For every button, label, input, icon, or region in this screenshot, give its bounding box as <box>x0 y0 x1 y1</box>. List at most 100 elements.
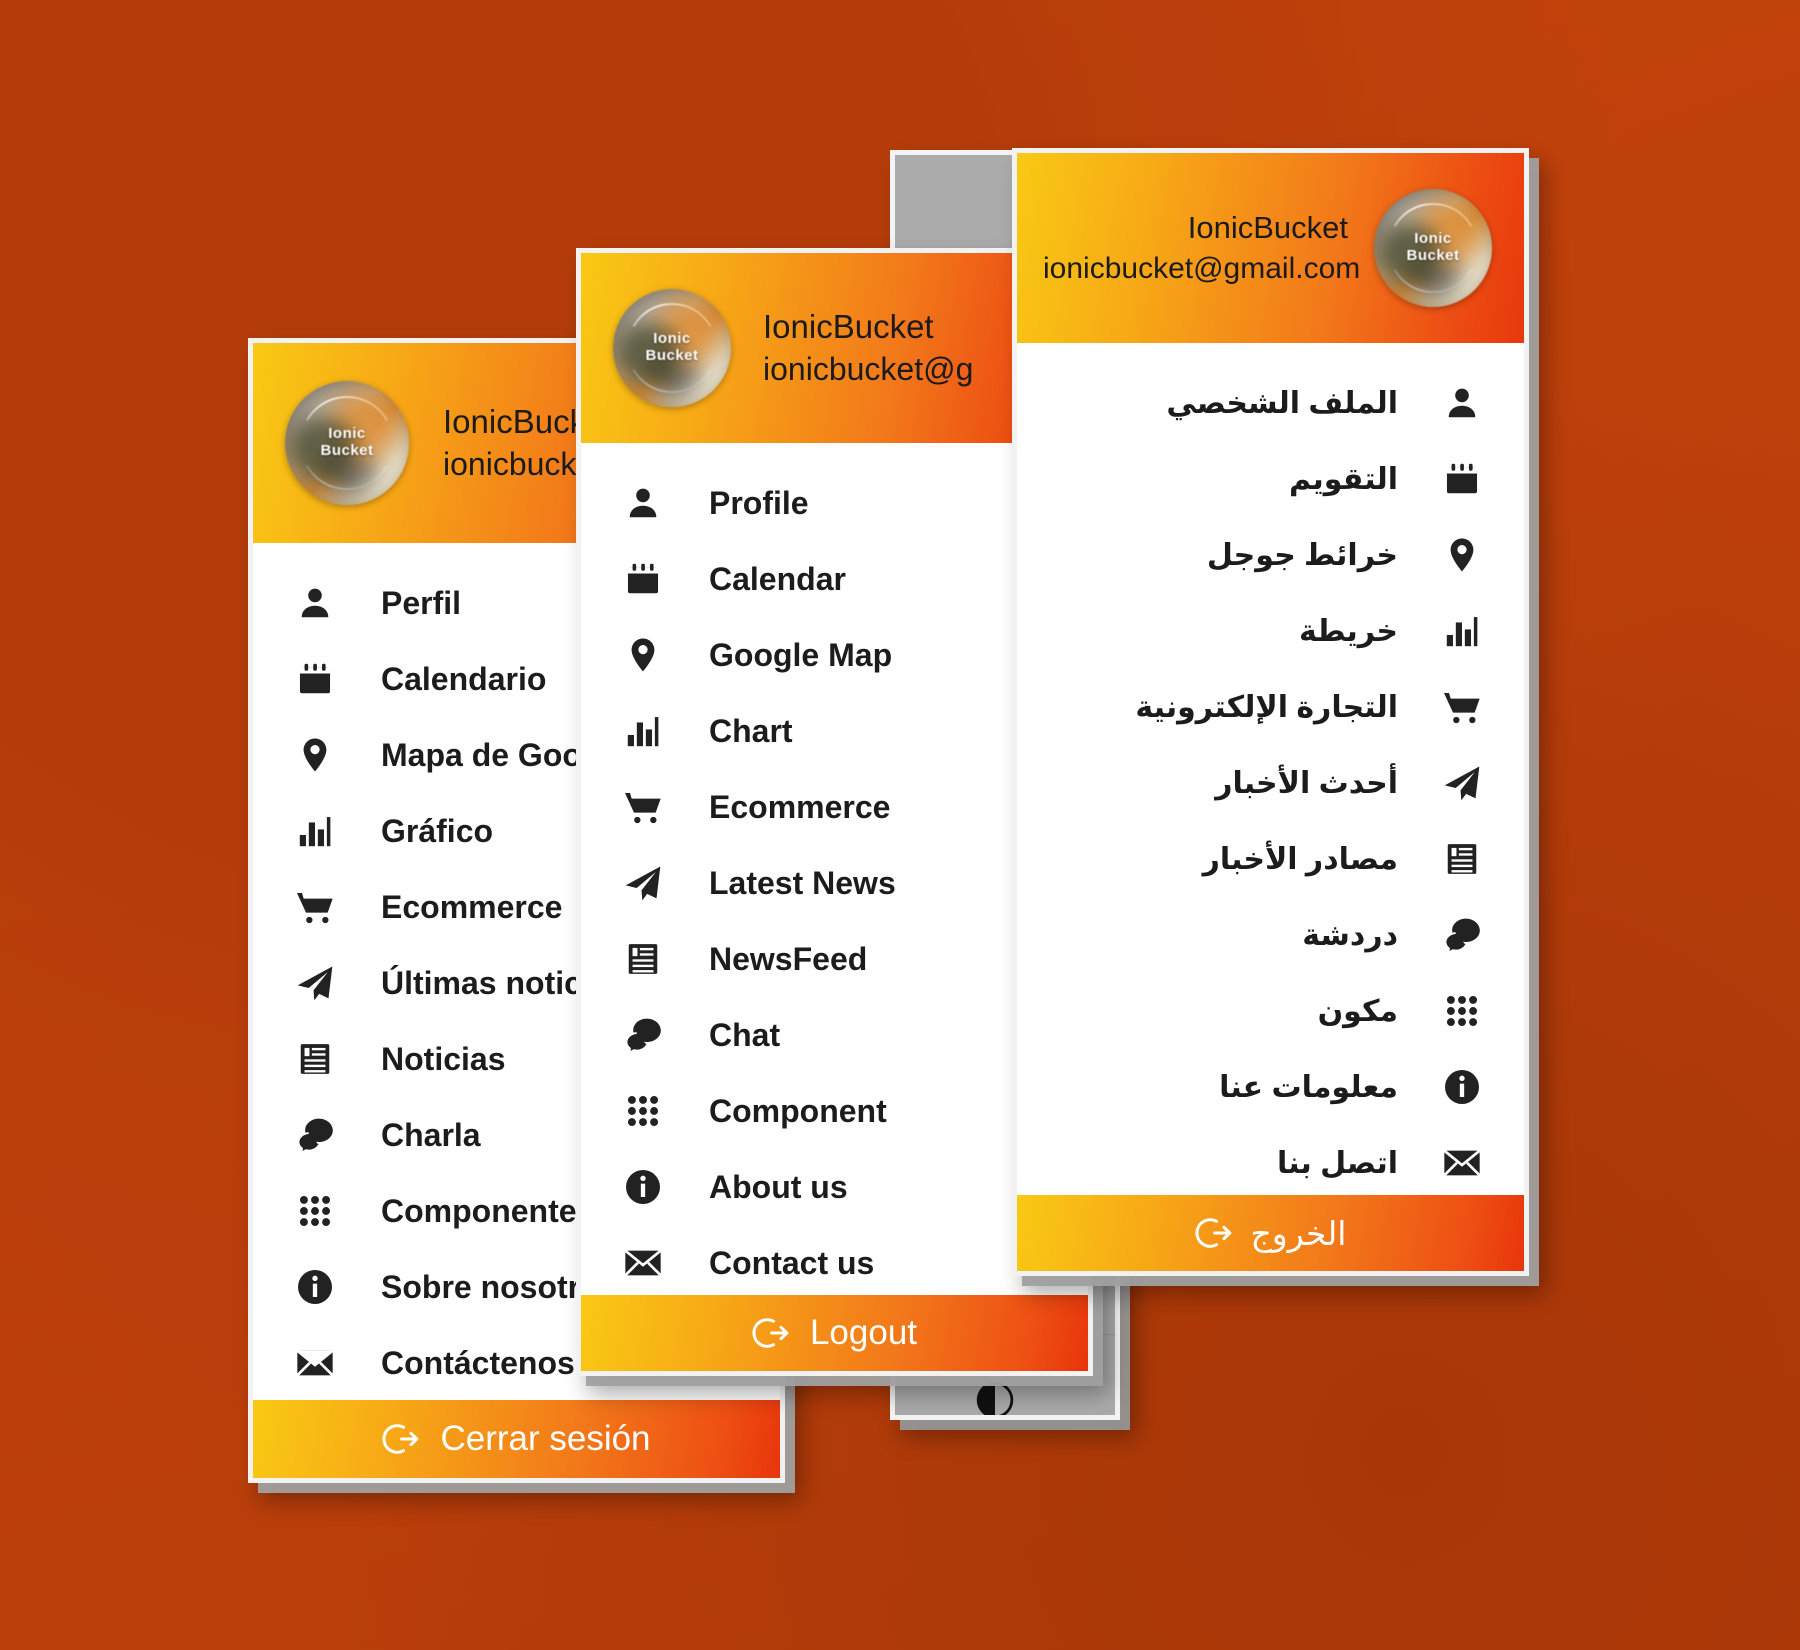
calendar-icon <box>613 560 673 598</box>
menu-item-component-ar[interactable]: مكون <box>1017 973 1524 1049</box>
menu-list-arabic: الملف الشخصي التقويم خرائط جوجل خريطة ال… <box>1017 343 1524 1195</box>
bar-chart-icon <box>613 712 673 750</box>
envelope-icon <box>1432 1143 1492 1183</box>
chat-bubble-icon <box>285 1115 345 1155</box>
paper-plane-icon <box>1432 763 1492 803</box>
logout-label: Cerrar sesión <box>440 1419 651 1458</box>
map-pin-icon <box>613 636 673 674</box>
avatar: Ionic Bucket <box>1374 189 1492 307</box>
avatar-brand-line1: Ionic <box>328 425 366 443</box>
logout-button-spanish[interactable]: Cerrar sesión <box>253 1400 780 1478</box>
menu-item-label: Componente <box>381 1192 577 1229</box>
paper-plane-icon <box>613 863 673 903</box>
sidebar-panel-arabic: Ionic Bucket IonicBucket ionicbucket@gma… <box>1012 148 1529 1276</box>
menu-item-chat-ar[interactable]: دردشة <box>1017 897 1524 973</box>
menu-item-label: Component <box>709 1092 887 1129</box>
menu-item-profile-ar[interactable]: الملف الشخصي <box>1017 365 1524 441</box>
menu-item-label: Contáctenos <box>381 1344 575 1381</box>
grid-dots-icon <box>613 1092 673 1130</box>
menu-item-label: Ecommerce <box>381 888 563 925</box>
contrast-half-icon <box>973 1378 1017 1415</box>
newspaper-icon <box>1432 840 1492 878</box>
menu-item-label: التجارة الإلكترونية <box>1135 690 1398 724</box>
menu-item-label: Charla <box>381 1116 481 1153</box>
logout-label: Logout <box>809 1313 918 1352</box>
menu-item-label: أحدث الأخبار <box>1215 766 1398 800</box>
logout-icon <box>382 1420 420 1458</box>
logout-button-arabic[interactable]: الخروج <box>1017 1195 1524 1271</box>
menu-item-label: Latest News <box>709 864 896 901</box>
menu-item-label: Chart <box>709 712 793 749</box>
avatar: Ionic Bucket <box>285 381 409 505</box>
user-info-arabic: IonicBucket ionicbucket@gmail.com <box>1043 208 1361 287</box>
menu-item-label: Calendario <box>381 660 547 697</box>
logout-icon <box>752 1314 790 1352</box>
panel-header-arabic: Ionic Bucket IonicBucket ionicbucket@gma… <box>1017 153 1524 343</box>
menu-item-google-map-ar[interactable]: خرائط جوجل <box>1017 517 1524 593</box>
person-icon <box>1432 384 1492 422</box>
menu-item-label: مكون <box>1317 994 1398 1028</box>
avatar-brand-line1: Ionic <box>653 330 691 348</box>
chat-bubble-icon <box>613 1015 673 1055</box>
menu-item-label: NewsFeed <box>709 940 868 977</box>
newspaper-icon <box>613 940 673 978</box>
person-icon <box>285 584 345 622</box>
avatar-brand-line2: Bucket <box>320 442 374 459</box>
logout-label: الخروج <box>1250 1214 1347 1252</box>
menu-item-latest-news-ar[interactable]: أحدث الأخبار <box>1017 745 1524 821</box>
menu-item-label: Contact us <box>709 1244 875 1281</box>
calendar-icon <box>285 660 345 698</box>
grid-dots-icon <box>1432 992 1492 1030</box>
grid-dots-icon <box>285 1192 345 1230</box>
newspaper-icon <box>285 1040 345 1078</box>
person-icon <box>613 484 673 522</box>
menu-item-label: About us <box>709 1168 848 1205</box>
shopping-cart-icon <box>285 887 345 927</box>
menu-item-label: معلومات عنا <box>1219 1070 1398 1104</box>
menu-item-label: Profile <box>709 484 809 521</box>
user-name: IonicBucket <box>1187 210 1348 246</box>
menu-item-label: دردشة <box>1302 918 1398 952</box>
menu-item-ecommerce-ar[interactable]: التجارة الإلكترونية <box>1017 669 1524 745</box>
avatar-brand-line2: Bucket <box>645 347 699 364</box>
logout-button-english[interactable]: Logout <box>581 1295 1088 1371</box>
avatar: Ionic Bucket <box>613 289 731 407</box>
info-circle-icon <box>613 1167 673 1207</box>
chat-bubble-icon <box>1432 915 1492 955</box>
menu-item-label: Google Map <box>709 636 893 673</box>
menu-item-calendar-ar[interactable]: التقويم <box>1017 441 1524 517</box>
menu-item-label: Chat <box>709 1016 781 1053</box>
avatar-brand-text: Ionic Bucket <box>645 330 699 365</box>
map-pin-icon <box>1432 536 1492 574</box>
menu-item-label: Perfil <box>381 584 462 621</box>
menu-item-label: اتصل بنا <box>1277 1146 1398 1180</box>
avatar-brand-text: Ionic Bucket <box>1406 230 1460 265</box>
menu-item-label: التقويم <box>1289 462 1398 496</box>
menu-item-contact-us-ar[interactable]: اتصل بنا <box>1017 1125 1524 1195</box>
avatar-brand-line2: Bucket <box>1406 247 1460 264</box>
envelope-icon <box>285 1343 345 1383</box>
logout-icon <box>1195 1214 1233 1252</box>
menu-item-label: خريطة <box>1299 614 1398 648</box>
user-email: ionicbucket@gmail.com <box>1043 251 1361 285</box>
menu-item-label: Gráfico <box>381 812 494 849</box>
avatar-brand-text: Ionic Bucket <box>320 425 374 460</box>
menu-item-chart-ar[interactable]: خريطة <box>1017 593 1524 669</box>
menu-item-label: Calendar <box>709 560 846 597</box>
paper-plane-icon <box>285 963 345 1003</box>
bar-chart-icon <box>1432 612 1492 650</box>
shopping-cart-icon <box>613 787 673 827</box>
bar-chart-icon <box>285 812 345 850</box>
shopping-cart-icon <box>1432 687 1492 727</box>
menu-item-label: خرائط جوجل <box>1206 538 1398 572</box>
menu-item-label: الملف الشخصي <box>1166 386 1398 420</box>
envelope-icon <box>613 1243 673 1283</box>
map-pin-icon <box>285 736 345 774</box>
calendar-icon <box>1432 460 1492 498</box>
menu-item-about-us-ar[interactable]: معلومات عنا <box>1017 1049 1524 1125</box>
menu-item-label: Ecommerce <box>709 788 891 825</box>
menu-item-label: Noticias <box>381 1040 506 1077</box>
menu-item-label: مصادر الأخبار <box>1202 842 1398 876</box>
menu-item-newsfeed-ar[interactable]: مصادر الأخبار <box>1017 821 1524 897</box>
avatar-brand-line1: Ionic <box>1414 230 1452 248</box>
